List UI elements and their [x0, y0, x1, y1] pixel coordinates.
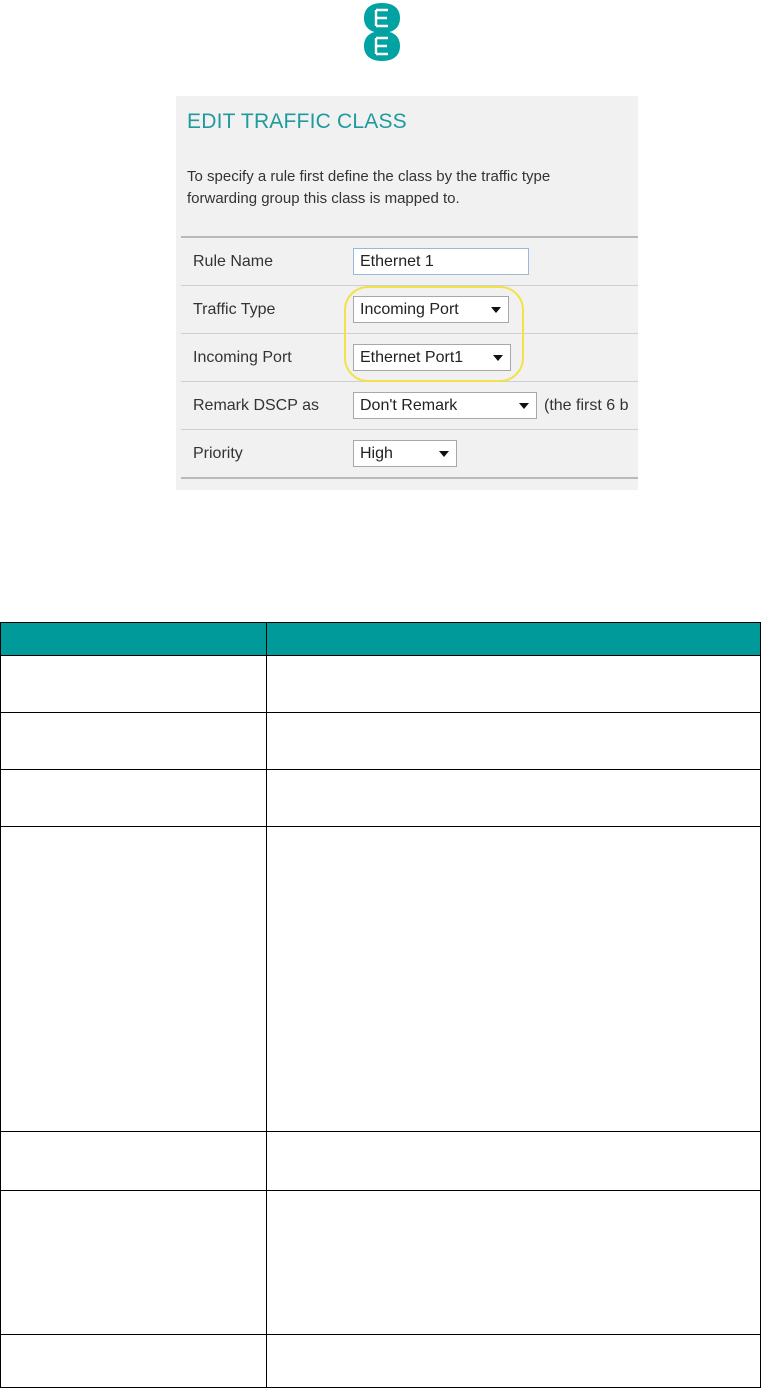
- field-description-table: [0, 622, 761, 1388]
- table-row: [0, 655, 761, 713]
- table-cell: [266, 1334, 761, 1388]
- chevron-down-icon: [519, 403, 529, 409]
- remark-dscp-value: Don't Remark: [360, 397, 458, 414]
- traffic-type-label: Traffic Type: [193, 301, 276, 318]
- table-row: [0, 1334, 761, 1388]
- page-description: To specify a rule first define the class…: [187, 166, 550, 210]
- priority-label: Priority: [193, 445, 243, 462]
- chevron-down-icon: [439, 451, 449, 457]
- remark-dscp-label: Remark DSCP as: [193, 397, 319, 414]
- page-title: EDIT TRAFFIC CLASS: [187, 110, 407, 133]
- table-cell: [0, 1190, 267, 1335]
- table-cell: [266, 769, 761, 827]
- description-line-1: To specify a rule first define the class…: [187, 168, 551, 185]
- priority-value: High: [360, 445, 393, 462]
- remark-dscp-hint: (the first 6 b: [544, 397, 629, 414]
- rule-name-label: Rule Name: [193, 253, 274, 270]
- remark-dscp-row: Remark DSCP as Don't Remark (the first 6…: [181, 382, 638, 430]
- table-header-cell: [266, 622, 761, 656]
- table-header-row: [0, 622, 761, 656]
- priority-row: Priority High: [181, 430, 638, 479]
- remark-dscp-select[interactable]: Don't Remark: [353, 392, 537, 419]
- ee-logo: [364, 3, 400, 61]
- description-line-2: forwarding group this class is mapped to…: [187, 190, 460, 207]
- table-cell: [0, 1334, 267, 1388]
- rule-name-input[interactable]: Ethernet 1: [353, 248, 529, 275]
- table-cell: [266, 1190, 761, 1335]
- table-row: [0, 1190, 761, 1335]
- table-cell: [266, 655, 761, 713]
- edit-traffic-class-screenshot: EDIT TRAFFIC CLASS To specify a rule fir…: [176, 96, 638, 490]
- incoming-port-label: Incoming Port: [193, 349, 292, 366]
- table-row: [0, 1131, 761, 1191]
- table-cell: [0, 712, 267, 770]
- table-row: [0, 712, 761, 770]
- table-cell: [0, 769, 267, 827]
- table-header-cell: [0, 622, 267, 656]
- highlight-ellipse: [344, 286, 524, 382]
- table-cell: [266, 712, 761, 770]
- table-cell: [0, 826, 267, 1132]
- rule-name-row: Rule Name Ethernet 1: [181, 238, 638, 286]
- table-cell: [266, 1131, 761, 1191]
- table-cell: [266, 826, 761, 1132]
- table-cell: [0, 655, 267, 713]
- table-row: [0, 769, 761, 827]
- table-row: [0, 826, 761, 1132]
- priority-select[interactable]: High: [353, 440, 457, 467]
- table-cell: [0, 1131, 267, 1191]
